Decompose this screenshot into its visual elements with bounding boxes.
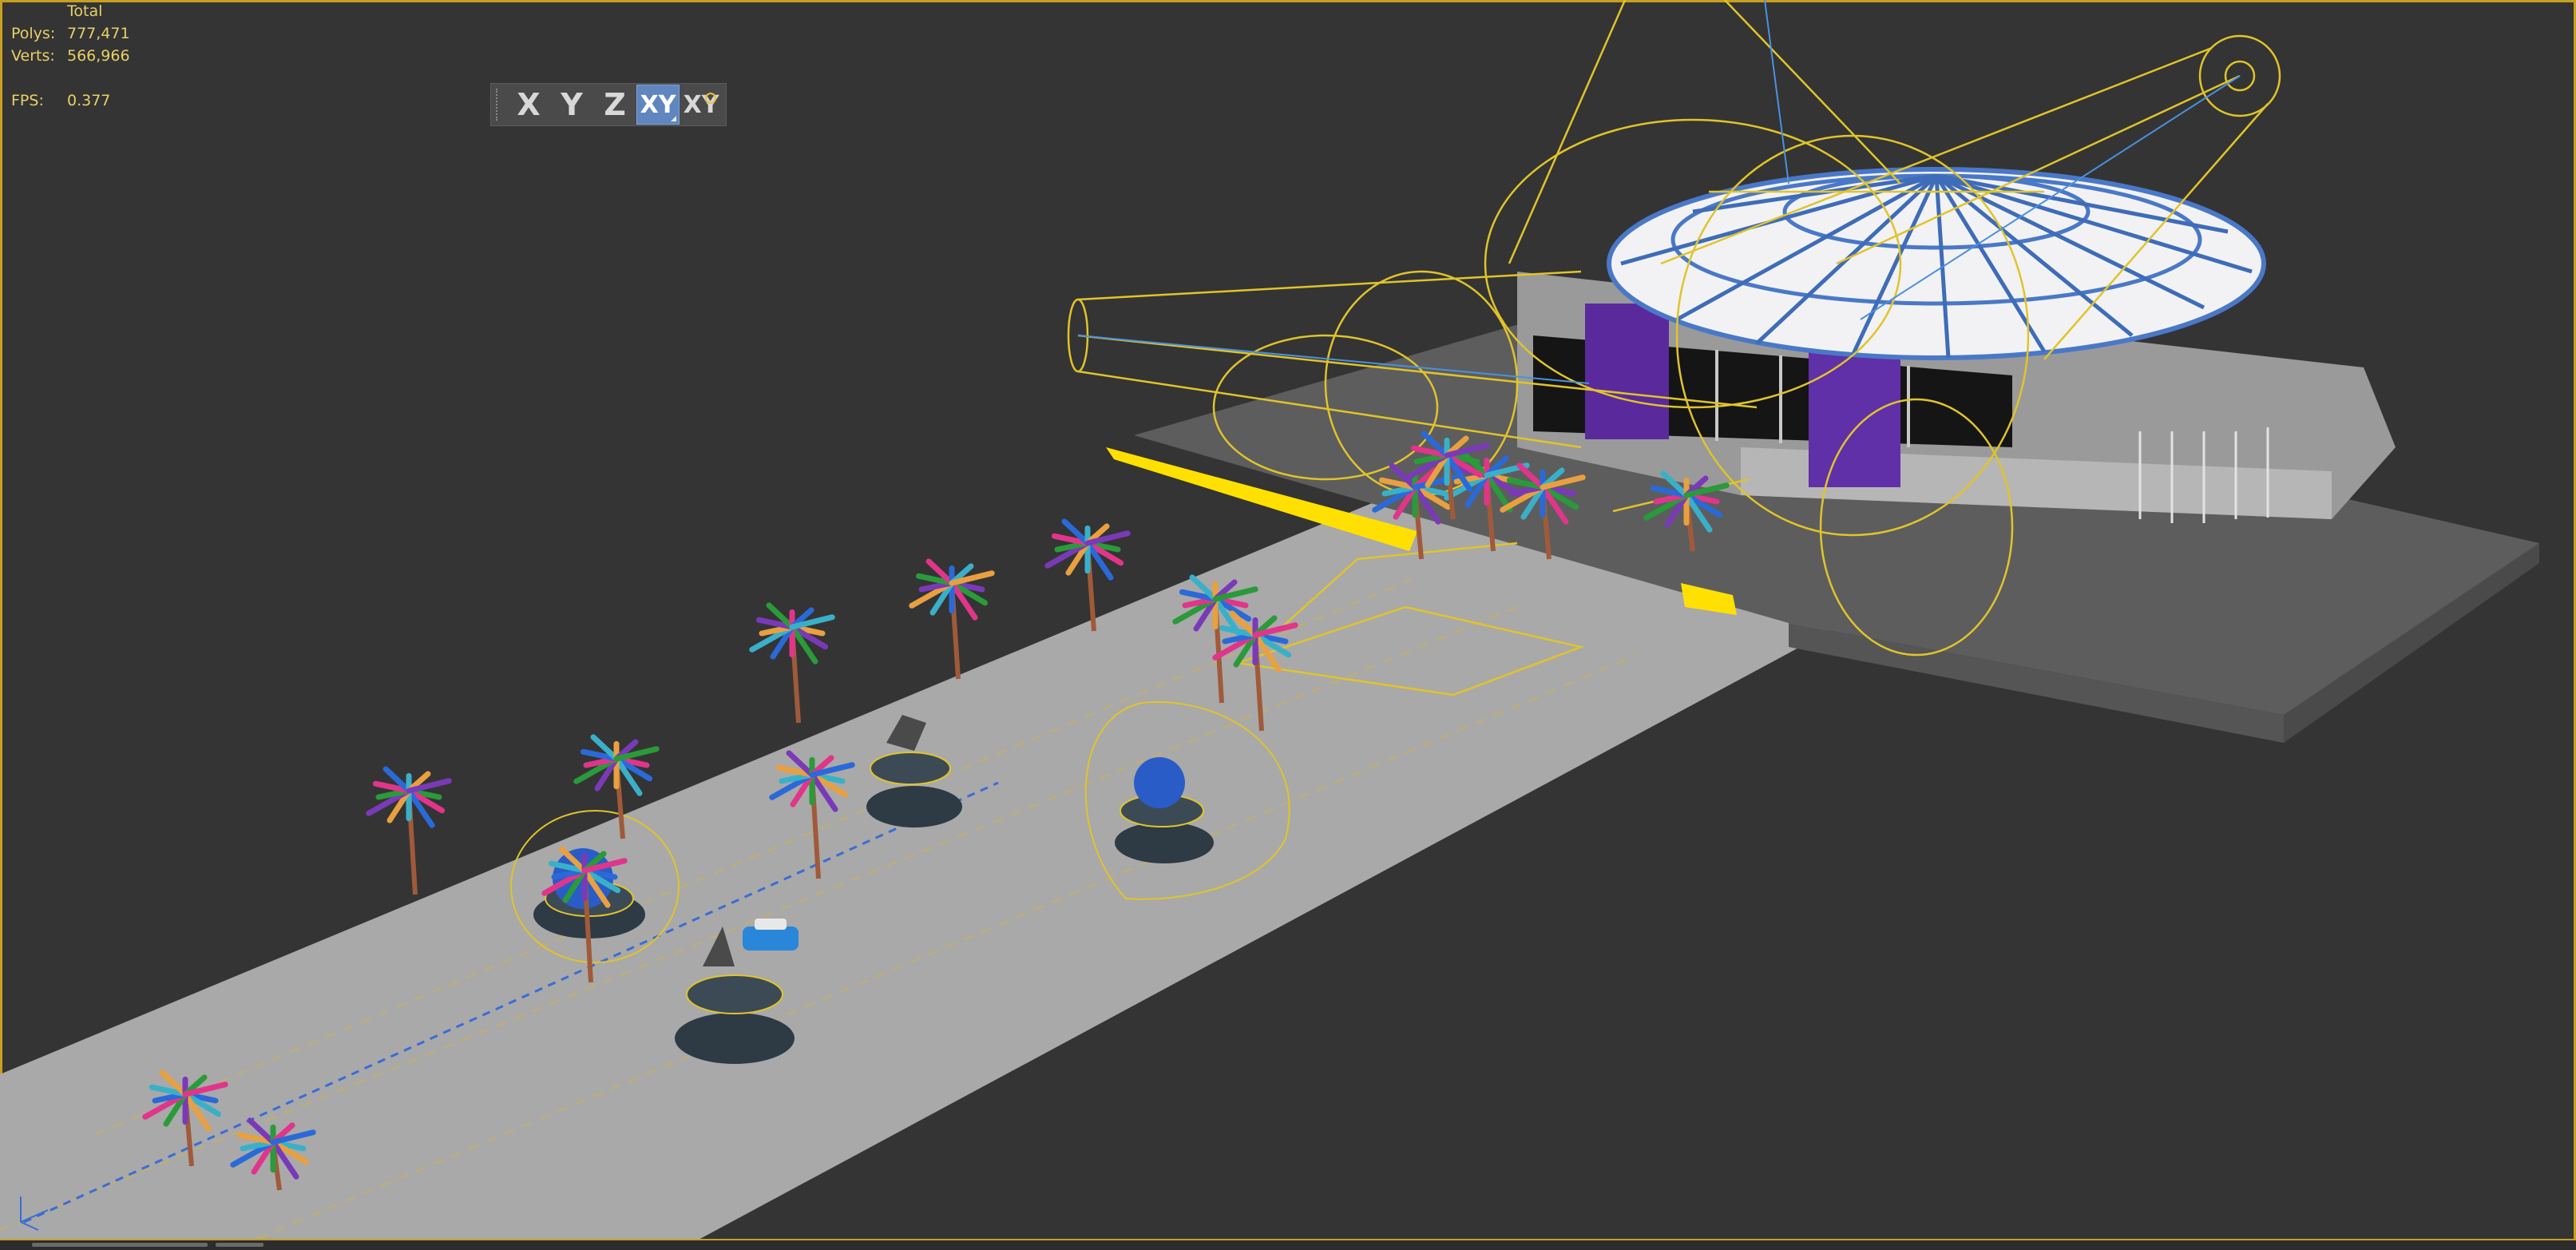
axis-xy-snap-button[interactable]: XY (680, 85, 723, 125)
time-slider-segment[interactable] (32, 1243, 208, 1247)
flyout-corner-icon (671, 116, 676, 121)
banner-left[interactable] (1585, 304, 1669, 439)
stats-header: Total (67, 2, 103, 20)
polys-value: 777,471 (67, 25, 130, 42)
axis-xy-button[interactable]: XY (636, 85, 680, 125)
axis-z-button[interactable]: Z (593, 85, 636, 125)
banner-right[interactable] (1809, 343, 1900, 487)
verts-value: 566,966 (67, 47, 130, 65)
fps-value: 0.377 (67, 92, 111, 109)
viewport-bottom-bar (0, 1239, 2576, 1250)
boulevard-ground-plane[interactable] (0, 499, 1845, 1246)
blue-sphere[interactable] (1134, 757, 1185, 808)
time-slider-segment[interactable] (216, 1243, 264, 1247)
axis-xy-label: XY (640, 90, 676, 119)
palm-tree[interactable] (909, 558, 995, 680)
palm-tree[interactable] (366, 766, 452, 895)
scene-canvas[interactable] (0, 0, 2576, 1250)
axis-x-button[interactable]: X (507, 85, 550, 125)
grip-icon[interactable] (496, 89, 502, 121)
fps-label: FPS: (11, 92, 44, 109)
axis-constraints-toolbar: X Y Z XY XY (490, 83, 727, 126)
arena-building[interactable] (1517, 167, 2396, 523)
axis-y-button[interactable]: Y (550, 85, 593, 125)
perspective-viewport[interactable]: Total Polys: 777,471 Verts: 566,966 FPS: 0.… (0, 0, 2576, 1250)
viewport-statistics: Total Polys: 777,471 Verts: 566,966 FPS: 0.… (11, 0, 130, 112)
verts-label: Verts: (11, 47, 55, 65)
polys-label: Polys: (11, 25, 56, 42)
palm-tree[interactable] (749, 602, 835, 724)
snap-lock-icon (705, 93, 716, 104)
